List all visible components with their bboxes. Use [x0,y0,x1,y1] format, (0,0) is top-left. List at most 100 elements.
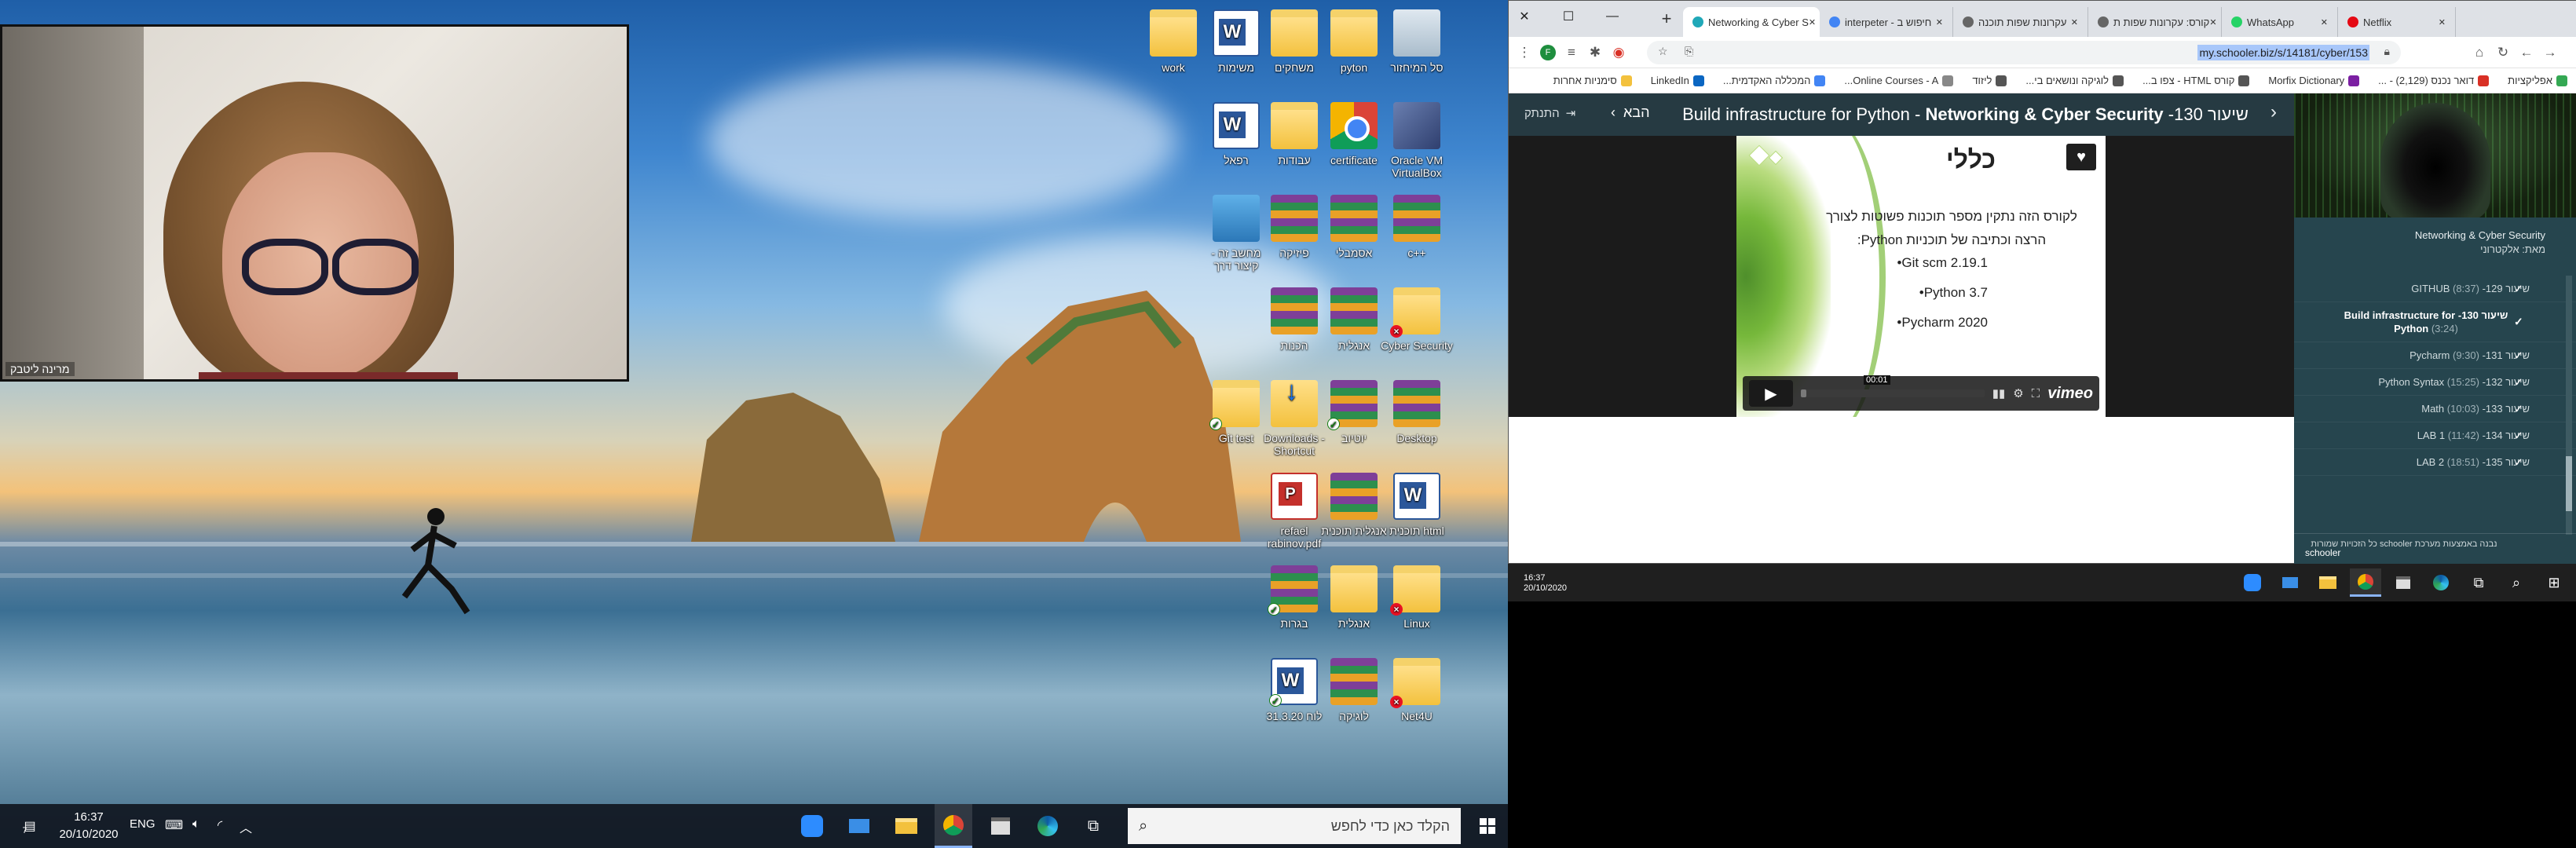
bookmark[interactable]: סימניות אחרות [1553,75,1632,86]
notifications-icon[interactable]: ▤ 7 [14,804,46,848]
desktop-icon[interactable]: Oracle VM VirtualBox [1381,99,1453,187]
chevron-right-icon[interactable]: › [2270,101,2277,123]
task-view-icon[interactable]: ⧉ [2463,568,2494,597]
windows-start-icon[interactable]: ⊞ [2538,568,2570,597]
close-window-button[interactable]: ✕ [1509,4,1540,29]
settings-gear-icon[interactable]: ⚙ [2013,386,2023,400]
home-icon[interactable]: ⌂ [2468,42,2490,64]
like-button[interactable]: ♥ [2066,144,2096,170]
bookmark[interactable]: Online Courses - A... [1844,75,1954,86]
chrome-taskbar-icon[interactable] [935,804,972,848]
minimize-window-button[interactable]: — [1597,4,1628,29]
browser-tab[interactable]: Netflix ✕ [2338,7,2456,37]
star-icon[interactable]: ☆ [1658,45,1668,58]
menu-dots-icon[interactable]: ⋮ [1513,42,1535,64]
desktop-icon[interactable]: Desktop [1381,377,1453,465]
fullscreen-icon[interactable]: ⛶ [2032,387,2040,400]
lock-icon[interactable]: 🔒︎ [2384,45,2390,58]
bookmark[interactable]: Morfix Dictionary [2268,75,2360,86]
bookmark[interactable]: קורס HTML - צפו ב... [2142,75,2250,86]
zoom-icon[interactable] [793,804,831,848]
address-bar[interactable]: ☆ ⎘ my.schooler.biz/s/14181/cyber/153 🔒︎ [1647,41,2401,64]
bookmark[interactable]: המכללה האקדמית... [1723,75,1826,86]
progress-bar[interactable]: 00:01 [1801,375,1985,397]
vimeo-logo[interactable]: vimeo [2047,385,2093,403]
play-button[interactable]: ▶ [1749,380,1793,407]
bookmark[interactable]: אפליקציות [2508,75,2567,86]
browser-tab[interactable]: interpeter - חיפוש ב ✕ [1820,7,1953,37]
schooler-logo[interactable]: schooler [2305,547,2340,558]
lesson-item[interactable]: שיעור 133- Math (10:03) ✓ [2294,396,2576,422]
desktop-icon[interactable]: הכנות [1258,284,1330,372]
new-tab-button[interactable]: + [1655,7,1678,31]
desktop-icon[interactable]: × Cyber Security [1381,284,1453,372]
extensions-icon[interactable]: ✱ [1584,42,1606,64]
close-tab-icon[interactable]: ✕ [2439,17,2446,27]
taskbar-clock[interactable]: 16:37 20/10/2020 [53,809,124,843]
mail-icon[interactable] [2274,568,2306,597]
video-player[interactable]: ♥ כללי לקורס הזה נתקין מספר תוכנות פשוטו… [1736,136,2106,417]
network-icon[interactable]: ◜ [218,817,222,833]
lesson-item[interactable]: שיעור 134- LAB 1 (11:42) ✓ [2294,422,2576,449]
right-taskbar-clock[interactable]: 16:37 20/10/2020 [1524,573,1567,594]
browser-tab[interactable]: קורס: עקרונות שפות ת ✕ [2088,7,2222,37]
volume-icon[interactable]: 🔈︎ [192,817,200,832]
task-view-icon[interactable]: ⧉ [1076,804,1111,848]
taskbar-search-box[interactable]: הקלד כאן כדי לחפש ⌕ [1128,808,1461,844]
desktop-icon[interactable]: תוכנית html [1381,470,1453,557]
input-language[interactable]: ENG [130,817,156,831]
search-icon[interactable]: ⌕ [2501,568,2532,597]
close-tab-icon[interactable]: ✕ [2071,17,2078,27]
lesson-item[interactable]: שיעור 131- Pycharm (9:30) ✓ [2294,342,2576,369]
browser-tab[interactable]: Networking & Cyber S ✕ [1683,7,1820,37]
close-tab-icon[interactable]: ✕ [1809,17,1816,27]
reading-list-icon[interactable]: ≡ [1561,42,1583,64]
reload-icon[interactable]: ↻ [2492,42,2514,64]
bookmark[interactable]: ליזוד [1972,75,2007,86]
desktop-icon[interactable]: work [1137,6,1209,94]
desktop-icon[interactable]: × Net4U [1381,655,1453,743]
forward-icon[interactable]: ← [2516,42,2538,64]
scrollbar-thumb[interactable] [2566,456,2572,511]
desktop-icon[interactable]: ✓ Git test [1200,377,1272,465]
next-lesson-button[interactable]: ‹ הבא [1611,104,1649,121]
browser-tab[interactable]: WhatsApp ✕ [2222,7,2338,37]
profile-avatar[interactable]: F [1537,42,1559,64]
file-explorer-icon[interactable] [2312,568,2344,597]
chevron-up-icon[interactable]: ︿ [240,817,252,836]
edge-icon[interactable] [2425,568,2457,597]
lesson-item[interactable]: שיעור 132- Python Syntax (15:25) ✓ [2294,369,2576,396]
start-button[interactable] [1467,804,1508,848]
chrome-taskbar-icon[interactable] [2350,568,2381,597]
desktop-icon[interactable]: רפאל [1200,99,1272,187]
zoom-icon[interactable] [2237,568,2268,597]
desktop-icon[interactable]: משימות [1200,6,1272,94]
store-icon[interactable] [982,804,1019,848]
lesson-item[interactable]: שיעור 130- Build infrastructure for Pyth… [2294,302,2576,342]
desktop-icon[interactable]: refael rabinov.pdf [1258,470,1330,557]
close-tab-icon[interactable]: ✕ [2209,17,2216,27]
logout-button[interactable]: התנתק ⇥ [1524,106,1575,121]
desktop-icon[interactable]: מחשב זה - קיצור דרך [1200,192,1272,280]
store-icon[interactable] [2388,568,2419,597]
close-tab-icon[interactable]: ✕ [1936,17,1943,27]
lesson-item[interactable]: שיעור 129- GITHUB (8:37) ✓ [2294,276,2576,302]
volume-icon[interactable]: ▮▮ [1992,386,2006,400]
back-icon[interactable]: → [2539,42,2561,64]
lesson-item[interactable]: שיעור 135- LAB 2 (18:51) ✓ [2294,449,2576,476]
edge-icon[interactable] [1029,804,1067,848]
bookmark[interactable]: לוגיקה ונושאים בי... [2025,75,2124,86]
file-explorer-icon[interactable] [887,804,925,848]
maximize-window-button[interactable]: ☐ [1553,4,1584,29]
share-icon[interactable]: ⎘ [1685,45,1693,58]
desktop-icon[interactable]: ✓ בגרות [1258,562,1330,650]
sidebar-scrollbar[interactable] [2566,276,2572,535]
desktop-icon[interactable]: סל המיחזור [1381,6,1453,94]
bookmark[interactable]: LinkedIn [1651,75,1704,86]
browser-tab[interactable]: עקרונות שפות תוכנה ✕ [1953,7,2088,37]
extension-opera-icon[interactable]: ◉ [1608,42,1630,64]
close-tab-icon[interactable]: ✕ [2321,17,2328,27]
keyboard-icon[interactable]: ⌨︎ [165,817,183,833]
bookmark[interactable]: דואר נכנס (2,129) - ... [2378,75,2490,86]
desktop-icon[interactable]: ✓ 31.3.20 לוח [1258,655,1330,743]
